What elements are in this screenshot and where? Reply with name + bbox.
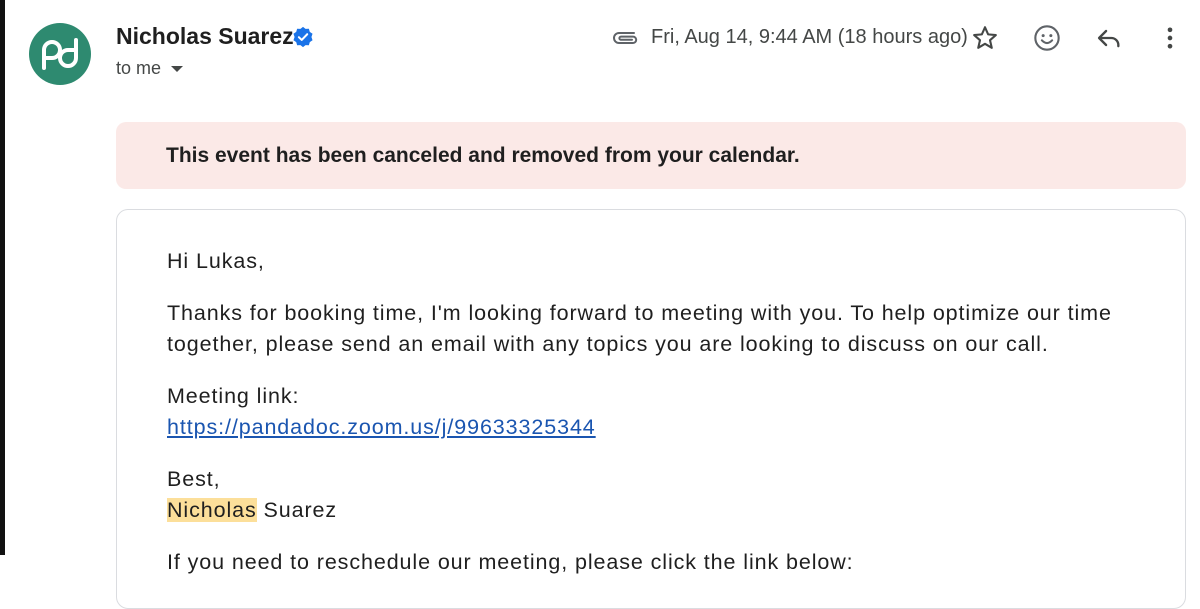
meeting-link[interactable]: https://pandadoc.zoom.us/j/99633325344	[167, 415, 596, 439]
recipient-label: to me	[116, 58, 162, 78]
message-body: Hi Lukas, Thanks for booking time, I'm l…	[167, 246, 1127, 599]
signature-first-name: Nicholas	[167, 498, 257, 522]
caret-down-icon	[171, 65, 184, 72]
avatar[interactable]	[29, 23, 91, 85]
recipient-dropdown[interactable]: to me	[116, 58, 184, 79]
window-edge	[0, 0, 5, 555]
message-body-card: Hi Lukas, Thanks for booking time, I'm l…	[116, 209, 1186, 609]
more-options-button[interactable]	[1154, 22, 1186, 54]
reply-icon	[1097, 29, 1120, 48]
reply-button[interactable]	[1093, 22, 1125, 54]
banner-text: This event has been canceled and removed…	[166, 143, 800, 167]
sender-name[interactable]: Nicholas Suarez	[116, 23, 294, 50]
more-vert-icon	[1167, 27, 1173, 49]
greeting: Hi Lukas,	[167, 249, 265, 273]
signoff: Best,	[167, 467, 221, 491]
emoji-icon	[1034, 25, 1060, 51]
cancellation-banner: This event has been canceled and removed…	[116, 122, 1186, 189]
body-paragraph: Thanks for booking time, I'm looking for…	[167, 301, 1112, 356]
paperclip-icon	[613, 32, 638, 44]
emoji-reaction-button[interactable]	[1031, 22, 1063, 54]
verified-badge-icon	[293, 26, 313, 48]
signature-last-name: Suarez	[256, 498, 338, 522]
meeting-section: Meeting link: https://pandadoc.zoom.us/j…	[167, 381, 1127, 443]
star-icon	[973, 26, 997, 49]
star-button[interactable]	[969, 22, 1001, 54]
signature-block: Best, Nicholas Suarez	[167, 464, 1127, 526]
message-date: Fri, Aug 14, 9:44 AM (18 hours ago)	[651, 26, 968, 48]
reschedule-text: If you need to reschedule our meeting, p…	[167, 550, 854, 574]
pandadoc-logo-icon	[42, 38, 78, 70]
meeting-label: Meeting link:	[167, 384, 300, 408]
